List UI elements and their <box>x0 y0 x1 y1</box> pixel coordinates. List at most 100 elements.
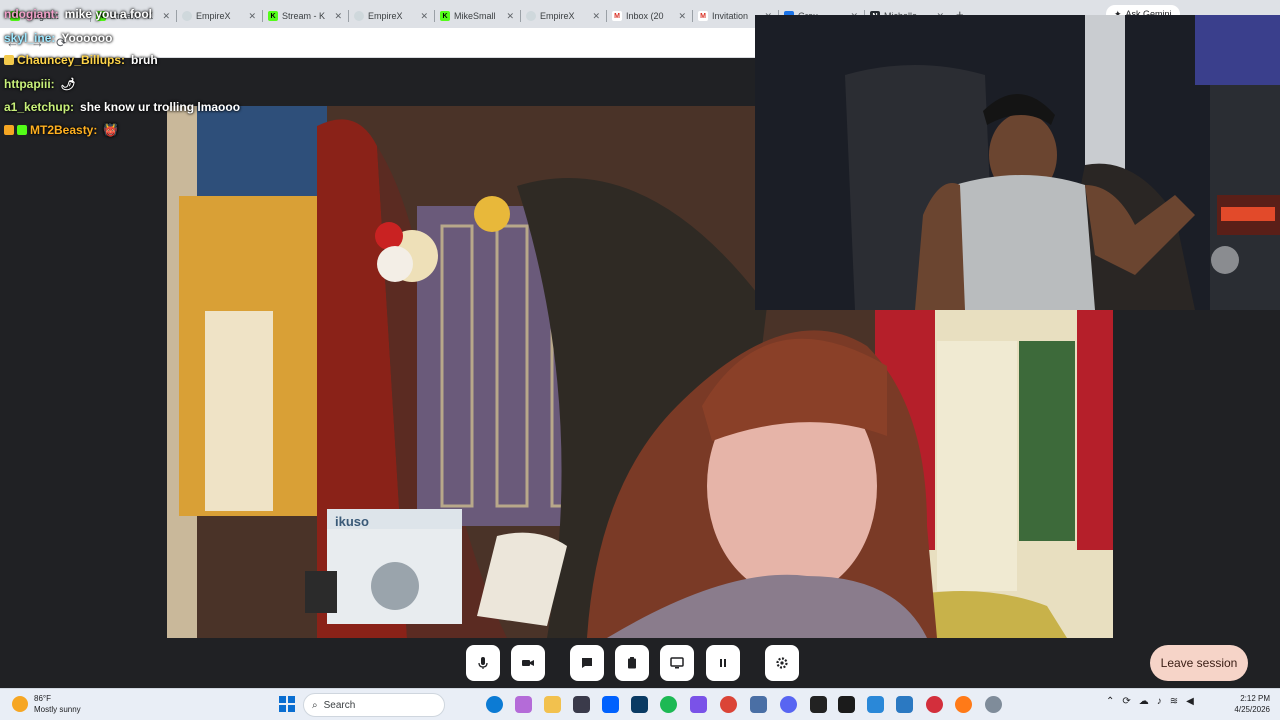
gmail-icon: M <box>698 11 708 21</box>
edge-icon <box>354 11 364 21</box>
weather-widget[interactable]: 86°F Mostly sunny <box>12 693 81 715</box>
camera-button[interactable] <box>511 645 545 681</box>
box-brand: ikuso <box>335 514 369 529</box>
chat-text: Yoooooo <box>61 31 113 45</box>
browser-tab[interactable]: K MikeSmall ✕ <box>434 4 520 28</box>
chat-icon <box>582 658 592 668</box>
leave-session-button[interactable]: Leave session <box>1150 645 1248 681</box>
epic-games-icon[interactable] <box>838 696 855 713</box>
discord-icon[interactable] <box>780 696 797 713</box>
chrome-icon[interactable] <box>720 696 737 713</box>
windows-start-icon[interactable] <box>279 696 295 712</box>
cloud-icon[interactable]: ☁ <box>1139 696 1149 707</box>
kick-icon: K <box>268 11 278 21</box>
search-icon: ⌕ <box>312 699 318 711</box>
weather-text: 86°F Mostly sunny <box>34 693 81 715</box>
volume-icon[interactable]: ◀ <box>1186 696 1194 707</box>
mic-tray-icon[interactable]: ♪ <box>1157 696 1162 707</box>
tab-label: Stream - K <box>282 11 326 21</box>
mic-button[interactable] <box>466 645 500 681</box>
settings-button[interactable] <box>765 645 799 681</box>
wifi-icon[interactable]: ≋ <box>1170 696 1178 707</box>
search-label: Search <box>323 699 356 711</box>
weather-temp: 86°F <box>34 694 51 703</box>
store-icon[interactable] <box>573 696 590 713</box>
chevron-up-icon[interactable]: ⌃ <box>1106 696 1114 707</box>
picture-in-picture-feed <box>755 15 1280 310</box>
close-icon[interactable]: ✕ <box>334 11 342 22</box>
gmail-icon: M <box>612 11 622 21</box>
chat-username: skyl_ine: <box>4 31 56 45</box>
screen: Kndogiant ✕ K Stream - K ✕ EmpireX ✕ K Stream… <box>0 0 1280 720</box>
close-icon[interactable]: ✕ <box>506 11 514 22</box>
clipboard-button[interactable] <box>615 645 649 681</box>
camera-icon <box>522 660 534 666</box>
copilot-icon[interactable] <box>515 696 532 713</box>
red-app-icon[interactable] <box>926 696 943 713</box>
chat-text: mike you a fool <box>64 7 153 21</box>
chat-message: ndogiant: mike you a fool <box>0 5 156 23</box>
kick-icon: K <box>440 11 450 21</box>
settings-icon <box>776 657 788 669</box>
tab-label: EmpireX <box>368 11 403 21</box>
tab-label: MikeSmall <box>454 11 496 21</box>
clock-date: 4/25/2026 <box>1234 705 1270 714</box>
notepad-icon[interactable] <box>750 696 767 713</box>
settings-app-icon[interactable] <box>985 696 1002 713</box>
sync-icon[interactable]: ⟳ <box>1122 696 1130 707</box>
close-icon[interactable]: ✕ <box>678 11 686 22</box>
browser-tab[interactable]: EmpireX ✕ <box>348 4 434 28</box>
system-clock[interactable]: 2:12 PM 4/25/2026 <box>1222 693 1270 715</box>
close-icon[interactable]: ✕ <box>420 11 428 22</box>
tab-label: EmpireX <box>540 11 575 21</box>
close-icon[interactable]: ✕ <box>592 11 600 22</box>
tab-label: Inbox (20 <box>626 11 664 21</box>
clipboard-icon <box>628 657 636 669</box>
chat-message: a1_ketchup: she know ur trolling lmaooo <box>0 98 244 116</box>
chat-message: skyl_ine: Yoooooo <box>0 29 116 47</box>
og-badge-icon <box>17 125 27 135</box>
sub-badge-icon <box>4 55 14 65</box>
pause-button[interactable] <box>706 645 740 681</box>
edge-icon <box>182 11 192 21</box>
app-icon[interactable] <box>631 696 648 713</box>
chat-button[interactable] <box>570 645 604 681</box>
chat-message: httpapiii: 🌶 <box>0 75 80 93</box>
system-tray: ⌃ ⟳ ☁ ♪ ≋ ◀ <box>1106 696 1194 707</box>
edge-icon[interactable] <box>486 696 503 713</box>
present-button[interactable] <box>660 645 694 681</box>
clock-time: 2:12 PM <box>1240 694 1270 703</box>
chat-text: bruh <box>131 53 158 67</box>
snipping-tool-icon[interactable] <box>896 696 913 713</box>
call-controls-bar: Leave session <box>0 638 1280 688</box>
chat-message: MT2Beasty: 👹 <box>0 121 122 139</box>
app-grid-icon[interactable] <box>690 696 707 713</box>
chat-username: Chauncey_Billups: <box>17 53 126 67</box>
sun-icon <box>12 696 28 712</box>
browser-tab[interactable]: EmpireX ✕ <box>520 4 606 28</box>
pause-icon <box>720 659 726 667</box>
edge-icon <box>526 11 536 21</box>
weather-desc: Mostly sunny <box>34 705 81 714</box>
chat-message: Chauncey_Billups: bruh <box>0 51 162 69</box>
spotify-icon[interactable] <box>660 696 677 713</box>
dropbox-icon[interactable] <box>602 696 619 713</box>
photos-icon[interactable] <box>867 696 884 713</box>
browser-tab[interactable]: K Stream - K ✕ <box>262 4 348 28</box>
chat-text: she know ur trolling lmaooo <box>80 100 241 114</box>
emote-icon: 👹 <box>103 123 119 137</box>
present-icon <box>670 657 684 669</box>
firefox-icon[interactable] <box>955 696 972 713</box>
close-icon[interactable]: ✕ <box>248 11 256 22</box>
pip-video-scene <box>755 15 1280 310</box>
taskbar-search[interactable]: ⌕ Search <box>303 693 445 717</box>
obs-icon[interactable] <box>810 696 827 713</box>
emote-icon: 🌶 <box>60 77 76 91</box>
file-explorer-icon[interactable] <box>544 696 561 713</box>
meeting-stage: ikuso ndogiant: mike you a fool skyl_ine… <box>0 7 1280 638</box>
mic-icon <box>478 657 488 669</box>
browser-tab[interactable]: M Inbox (20 ✕ <box>606 4 692 28</box>
browser-tab[interactable]: EmpireX ✕ <box>176 4 262 28</box>
close-icon[interactable]: ✕ <box>162 11 170 22</box>
windows-taskbar: 86°F Mostly sunny ⌕ Search ⌃ ⟳ ☁ ♪ ≋ ◀ 2… <box>0 688 1280 720</box>
